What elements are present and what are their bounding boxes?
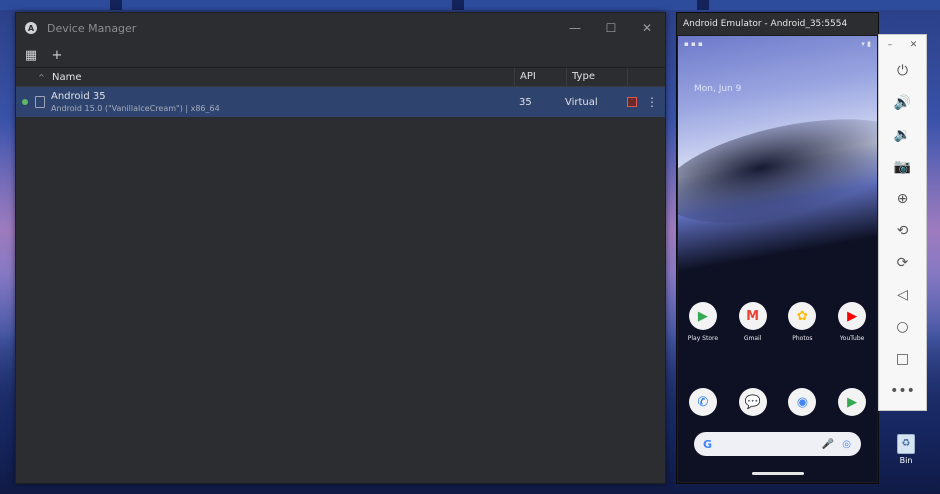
phone-app-icon: ✆ xyxy=(688,388,717,416)
more-options-icon[interactable]: ⋮ xyxy=(646,95,658,109)
photos-icon: ✿ xyxy=(788,302,817,330)
side-close-button[interactable]: ✕ xyxy=(910,35,918,55)
zoom-icon[interactable]: ⊕ xyxy=(879,183,926,215)
home-date: Mon, Jun 9 xyxy=(694,84,742,94)
app-messages[interactable]: 💬 xyxy=(730,388,776,416)
camera-icon[interactable]: 📷 xyxy=(879,151,926,183)
gmail-icon: M xyxy=(738,302,767,330)
app-gmail[interactable]: M Gmail xyxy=(730,302,776,342)
emulator-window: Android Emulator - Android_35:5554 ▪ ▪ ▪… xyxy=(676,12,879,484)
google-logo-icon: G xyxy=(703,437,713,451)
app-label: Photos xyxy=(792,335,813,342)
rotate-right-icon[interactable]: ⟳ xyxy=(879,247,926,279)
recycle-bin-label: Bin xyxy=(899,456,913,465)
overview-icon[interactable]: □ xyxy=(879,343,926,375)
column-header-type[interactable]: Type xyxy=(566,68,627,86)
volume-down-icon[interactable]: 🔉 xyxy=(879,119,926,151)
device-running-status-icon xyxy=(22,99,28,105)
gesture-nav-bar[interactable] xyxy=(752,472,804,475)
volume-up-icon[interactable]: 🔊 xyxy=(879,87,926,119)
home-icon[interactable]: ○ xyxy=(879,311,926,343)
app-label: YouTube xyxy=(839,335,865,342)
app-play-store[interactable]: ▶ Play Store xyxy=(680,302,726,342)
group-view-icon[interactable]: ▦ xyxy=(20,45,42,65)
desktop-top-strip xyxy=(0,0,940,10)
lens-icon[interactable]: ◎ xyxy=(842,439,851,450)
google-search-bar[interactable]: G 🎤 ◎ xyxy=(694,432,861,456)
phone-icon xyxy=(35,96,45,108)
emulator-title[interactable]: Android Emulator - Android_35:5554 xyxy=(677,13,878,35)
app-row-1: ▶ Play Store M Gmail ✿ Photos ▶ YouTube xyxy=(678,302,877,342)
window-title: Device Manager xyxy=(47,21,137,35)
messages-icon: 💬 xyxy=(738,388,767,416)
youtube-icon: ▶ xyxy=(838,302,867,330)
device-name-cell: Android 35 Android 15.0 ("VanillaIceCrea… xyxy=(51,91,513,114)
app-label: Play Store xyxy=(687,335,719,342)
device-api: 35 xyxy=(519,96,532,108)
back-icon[interactable]: ◁ xyxy=(879,279,926,311)
recycle-bin[interactable]: ♻ Bin xyxy=(893,434,919,465)
chrome-icon: ◉ xyxy=(788,388,817,416)
add-device-button[interactable]: + xyxy=(46,45,68,65)
device-details: Android 15.0 ("VanillaIceCream") | x86_6… xyxy=(51,103,220,113)
app-phone[interactable]: ✆ xyxy=(680,388,726,416)
app-play[interactable]: ▶ xyxy=(829,388,875,416)
app-label: Gmail xyxy=(743,335,762,342)
title-bar[interactable]: A Device Manager — ☐ ✕ xyxy=(16,13,665,43)
column-header-actions xyxy=(627,68,665,86)
app-photos[interactable]: ✿ Photos xyxy=(779,302,825,342)
android-studio-logo-icon: A xyxy=(25,22,37,34)
desktop-marker xyxy=(110,0,122,10)
status-bar-right: ▾ ▮ xyxy=(861,40,871,48)
toolbar: ▦ + xyxy=(16,43,665,68)
play-store-icon: ▶ xyxy=(688,302,717,330)
device-manager-window: A Device Manager — ☐ ✕ ▦ + ^ Name API Ty… xyxy=(15,12,666,484)
device-name: Android 35 xyxy=(51,90,106,102)
desktop-marker xyxy=(697,0,709,10)
more-icon[interactable]: ••• xyxy=(879,375,926,407)
table-row[interactable]: Android 35 Android 15.0 ("VanillaIceCrea… xyxy=(16,87,665,117)
close-button[interactable]: ✕ xyxy=(629,21,665,35)
table-header: ^ Name API Type xyxy=(16,68,665,87)
emulator-side-toolbar: – ✕ ⏻ 🔊 🔉 📷 ⊕ ⟲ ⟳ ◁ ○ □ ••• xyxy=(878,34,927,411)
app-chrome[interactable]: ◉ xyxy=(779,388,825,416)
rotate-left-icon[interactable]: ⟲ xyxy=(879,215,926,247)
status-bar-left: ▪ ▪ ▪ xyxy=(684,40,703,48)
microphone-icon[interactable]: 🎤 xyxy=(822,439,834,450)
minimize-button[interactable]: — xyxy=(557,21,593,35)
side-toolbar-controls: – ✕ xyxy=(879,35,926,55)
app-youtube[interactable]: ▶ YouTube xyxy=(829,302,875,342)
device-type: Virtual xyxy=(565,96,598,108)
emulator-screen[interactable]: ▪ ▪ ▪ ▾ ▮ Mon, Jun 9 ▶ Play Store M Gmai… xyxy=(678,36,877,482)
maximize-button[interactable]: ☐ xyxy=(593,21,629,35)
desktop-marker xyxy=(452,0,464,10)
sort-ascending-icon[interactable]: ^ xyxy=(38,73,50,82)
dock-row: ✆ 💬 ◉ ▶ xyxy=(678,388,877,416)
column-header-api[interactable]: API xyxy=(514,68,566,86)
column-header-name[interactable]: Name xyxy=(52,72,514,83)
play-icon: ▶ xyxy=(838,388,867,416)
stop-device-button[interactable] xyxy=(627,97,637,107)
side-minimize-button[interactable]: – xyxy=(888,35,893,55)
power-icon[interactable]: ⏻ xyxy=(879,55,926,87)
recycle-bin-icon: ♻ xyxy=(897,434,915,454)
